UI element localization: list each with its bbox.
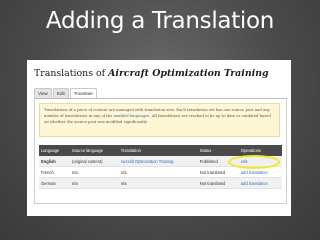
edit-link[interactable]: edit <box>238 156 282 167</box>
table-row: English (original content) Aircraft Opti… <box>39 156 282 167</box>
status-cell: Not translated <box>197 177 239 189</box>
translation-link[interactable]: Aircraft Optimization Training <box>118 156 198 167</box>
column-header-operations: Operations <box>238 145 282 156</box>
page-title-prefix: Translations of <box>34 68 106 79</box>
language-cell: German <box>39 177 70 189</box>
table-header-row: Language Source language Translation Sta… <box>39 145 282 156</box>
source-language-cell: n/a <box>70 177 119 189</box>
page-title-node: Aircraft Optimization Training <box>108 68 269 79</box>
table-row: German n/a n/a Not translated add transl… <box>39 177 282 189</box>
slide-title: Adding a Translation <box>45 8 275 34</box>
language-cell: English <box>39 156 70 167</box>
translations-table: Language Source language Translation Sta… <box>39 145 282 189</box>
source-language-cell: (original content) <box>70 156 119 167</box>
column-header-translation: Translation <box>118 145 198 156</box>
page-title: Translations of Aircraft Optimization Tr… <box>34 68 286 79</box>
table-row: French n/a n/a Not translated add transl… <box>39 166 282 178</box>
info-notice: Translations of a piece of content are m… <box>39 103 280 137</box>
source-language-cell: n/a <box>70 166 119 178</box>
add-translation-link[interactable]: add translation <box>238 177 282 189</box>
status-cell: Published <box>197 156 239 167</box>
enabled-languages-link[interactable]: enabled languages <box>114 114 150 118</box>
translation-cell: n/a <box>118 177 198 189</box>
column-header-status: Status <box>197 145 239 156</box>
content-area: Translations of a piece of content are m… <box>34 98 287 204</box>
column-header-source-language: Source language <box>70 145 119 156</box>
status-cell: Not translated <box>197 166 239 178</box>
language-cell: French <box>39 166 70 178</box>
column-header-language: Language <box>39 145 70 156</box>
add-translation-link[interactable]: add translation <box>238 166 282 178</box>
screenshot-panel: Translations of Aircraft Optimization Tr… <box>27 60 291 216</box>
translation-cell: n/a <box>118 166 198 178</box>
